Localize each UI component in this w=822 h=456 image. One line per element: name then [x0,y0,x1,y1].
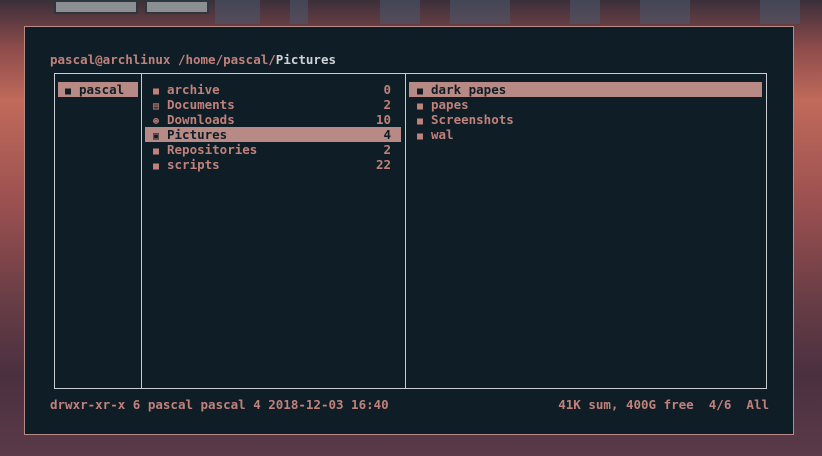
wallpaper-sign [54,0,138,14]
file-item-pictures[interactable]: ▣ Pictures 4 [145,127,401,142]
path-bar: pascal@archlinux /home/pascal/Pictures [50,52,336,67]
item-count: 22 [375,157,391,172]
item-count: 10 [375,112,391,127]
parent-item-pascal[interactable]: ■ pascal [58,82,138,97]
preview-item-screenshots[interactable]: ■ Screenshots [409,112,762,127]
current-directory-pane[interactable]: ■ archive 0 ▤ Documents 2 ⊛ Downloads 10 ▣ Pict… [141,73,406,389]
current-directory: Pictures [275,52,337,67]
wallpaper-building [380,0,420,24]
path-prefix: /home/pascal/ [177,52,276,67]
file-item-documents[interactable]: ▤ Documents 2 [145,97,401,112]
parent-directory-pane[interactable]: ■ pascal [54,73,142,389]
item-count: 0 [383,82,391,97]
preview-pane[interactable]: ■ dark papes ■ papes ■ Screenshots ■ wal [405,73,767,389]
file-item-downloads[interactable]: ⊛ Downloads 10 [145,112,401,127]
wallpaper-building [640,0,690,24]
wallpaper-building [450,0,510,24]
folder-icon: ■ [416,131,424,142]
status-bar-right: 41K sum, 400G free 4/6 All [558,397,769,412]
wallpaper-building [570,0,600,24]
user-host: pascal@archlinux [50,52,171,67]
wallpaper-building [760,0,800,24]
ranger-terminal-window[interactable]: pascal@archlinux /home/pascal/Pictures ■… [24,26,794,435]
wallpaper-building [215,0,260,24]
file-info: 6 pascal pascal 4 2018-12-03 16:40 [132,397,389,412]
folder-icon: ■ [64,86,72,97]
folder-icon: ■ [152,161,160,172]
preview-item-papes[interactable]: ■ papes [409,97,762,112]
wallpaper-building [290,0,308,24]
preview-item-wal[interactable]: ■ wal [409,127,762,142]
item-count: 2 [383,97,391,112]
scroll-indicator: All [746,397,769,412]
preview-item-dark-papes[interactable]: ■ dark papes [409,82,762,97]
file-item-repositories[interactable]: ■ Repositories 2 [145,142,401,157]
permissions: drwxr-xr-x [50,397,126,412]
file-item-archive[interactable]: ■ archive 0 [145,82,401,97]
disk-usage: 41K sum, 400G free [558,397,694,412]
file-item-scripts[interactable]: ■ scripts 22 [145,157,401,172]
wallpaper-sign [145,0,209,14]
item-count: 2 [383,142,391,157]
cursor-position: 4/6 [708,397,732,412]
item-count: 4 [383,127,391,142]
